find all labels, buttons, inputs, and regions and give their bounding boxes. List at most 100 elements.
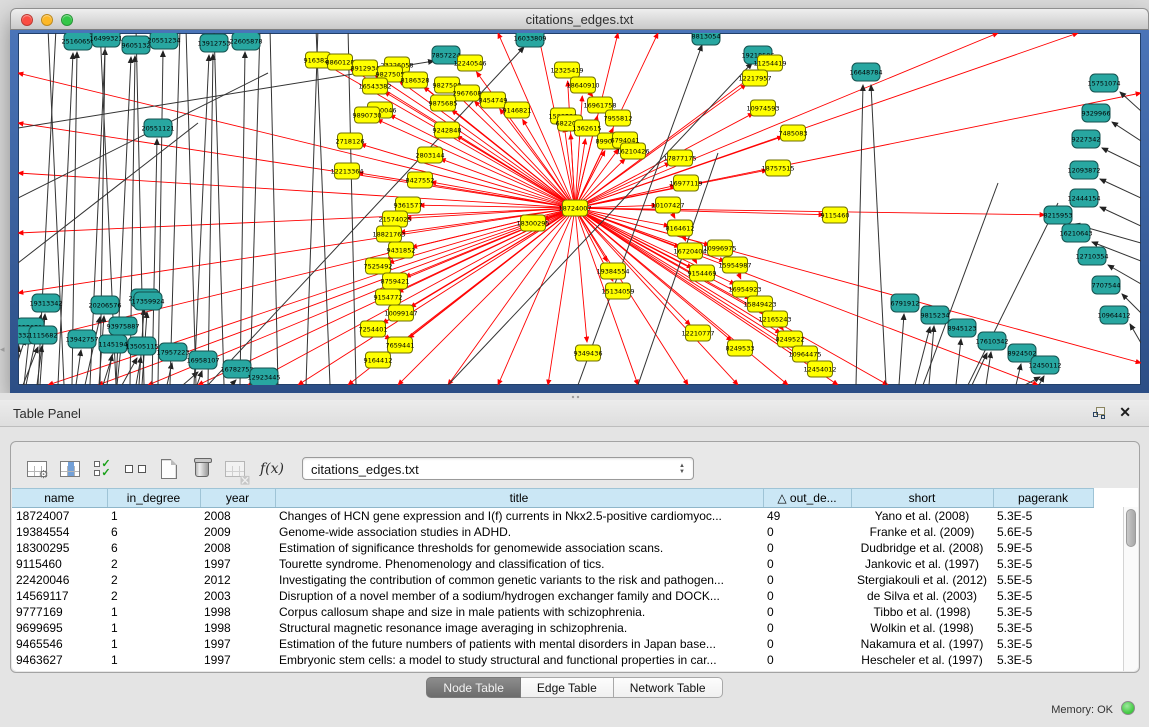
- network-node[interactable]: 15134059: [601, 283, 634, 299]
- table-cell[interactable]: 9465546: [12, 636, 107, 652]
- network-node[interactable]: 22605878: [229, 33, 262, 50]
- network-node[interactable]: 9154469: [688, 265, 717, 281]
- table-cell[interactable]: Yano et al. (2008): [851, 508, 993, 524]
- network-edge[interactable]: [136, 33, 144, 385]
- table-cell[interactable]: 1: [107, 604, 200, 620]
- table-row[interactable]: 911546021997Tourette syndrome. Phenomeno…: [12, 556, 1124, 572]
- table-cell[interactable]: de Silva et al. (2003): [851, 588, 993, 604]
- table-cell[interactable]: Structural magnetic resonance image aver…: [275, 620, 763, 636]
- network-node[interactable]: 8164612: [666, 220, 695, 236]
- network-edge[interactable]: [956, 339, 961, 385]
- table-cell[interactable]: 1997: [200, 556, 275, 572]
- network-node[interactable]: 7707544: [1092, 276, 1121, 294]
- table-row[interactable]: 977716911998Corpus callosum shape and si…: [12, 604, 1124, 620]
- network-node[interactable]: 6791912: [891, 294, 920, 312]
- network-node[interactable]: 9605132: [122, 36, 151, 54]
- table-cell[interactable]: 9463627: [12, 652, 107, 668]
- table-cell[interactable]: 1: [107, 508, 200, 524]
- table-cell[interactable]: 1: [107, 620, 200, 636]
- network-node[interactable]: 13912753: [197, 34, 230, 52]
- table-cell[interactable]: 2009: [200, 524, 275, 540]
- network-node[interactable]: 16958107: [186, 351, 219, 369]
- scrollbar-thumb[interactable]: [1126, 509, 1136, 547]
- network-node[interactable]: 7955812: [604, 110, 633, 126]
- table-cell[interactable]: 0: [763, 636, 851, 652]
- tab-network-table[interactable]: Network Table: [614, 677, 723, 698]
- table-cell[interactable]: 2: [107, 588, 200, 604]
- network-node[interactable]: 18640910: [566, 77, 599, 93]
- network-node[interactable]: 18300295: [516, 215, 549, 231]
- table-cell[interactable]: 5.3E-5: [993, 620, 1093, 636]
- table-cell[interactable]: Changes of HCN gene expression and I(f) …: [275, 508, 763, 524]
- network-edge[interactable]: [856, 85, 863, 385]
- network-edge[interactable]: [170, 33, 180, 385]
- table-cell[interactable]: 9699695: [12, 620, 107, 636]
- network-node[interactable]: 11254419: [753, 55, 786, 71]
- table-gear-icon[interactable]: ⚙: [23, 455, 50, 482]
- table-cell[interactable]: 0: [763, 604, 851, 620]
- network-edge[interactable]: [1100, 179, 1141, 198]
- table-cell[interactable]: Estimation of significance thresholds fo…: [275, 540, 763, 556]
- network-edge[interactable]: [214, 33, 224, 385]
- network-node[interactable]: 18724007: [558, 200, 591, 216]
- table-cell[interactable]: 5.3E-5: [993, 636, 1093, 652]
- network-node[interactable]: 12710354: [1075, 247, 1108, 265]
- network-edge[interactable]: [18, 123, 198, 263]
- network-node[interactable]: 9242848: [433, 122, 462, 138]
- network-node[interactable]: 16648784: [849, 63, 882, 81]
- network-node[interactable]: 17359924: [131, 292, 164, 310]
- network-edge[interactable]: [575, 33, 1078, 208]
- network-node[interactable]: 9154772: [374, 289, 403, 305]
- network-node[interactable]: 12454012: [803, 361, 836, 377]
- table-row[interactable]: 1830029562008Estimation of significance …: [12, 540, 1124, 556]
- table-cell[interactable]: 0: [763, 556, 851, 572]
- network-node[interactable]: 10964412: [1097, 306, 1130, 324]
- table-cell[interactable]: 2008: [200, 540, 275, 556]
- network-canvas[interactable]: 2516065016499321960513220551234139127532…: [18, 33, 1141, 385]
- column-header[interactable]: title: [275, 489, 763, 508]
- network-node[interactable]: 8427552: [406, 172, 435, 188]
- network-node[interactable]: 8249522: [776, 331, 805, 347]
- network-node[interactable]: 9146821: [503, 102, 532, 118]
- network-node[interactable]: 9227342: [1072, 130, 1101, 148]
- network-node[interactable]: 2803144: [416, 147, 445, 163]
- table-cell[interactable]: 19384554: [12, 524, 107, 540]
- table-cell[interactable]: 6: [107, 540, 200, 556]
- network-edge[interactable]: [871, 85, 886, 385]
- network-node[interactable]: 8249533: [726, 340, 755, 356]
- network-edge[interactable]: [298, 208, 575, 385]
- table-cell[interactable]: 2012: [200, 572, 275, 588]
- column-header[interactable]: in_degree: [107, 489, 200, 508]
- divider-grip-icon[interactable]: [571, 395, 580, 399]
- network-node[interactable]: 16210643: [1059, 224, 1092, 242]
- table-vertical-scrollbar[interactable]: [1123, 507, 1138, 671]
- network-node[interactable]: 12450112: [1028, 356, 1061, 374]
- table-cell[interactable]: 1997: [200, 652, 275, 668]
- table-cell[interactable]: Stergiakouli et al. (2012): [851, 572, 993, 588]
- tab-edge-table[interactable]: Edge Table: [521, 677, 614, 698]
- network-node[interactable]: 7525492: [364, 258, 393, 274]
- network-node[interactable]: 19384554: [596, 263, 629, 279]
- table-cell[interactable]: 14569117: [12, 588, 107, 604]
- network-node[interactable]: 9890730: [353, 107, 382, 123]
- network-edge[interactable]: [208, 54, 213, 385]
- table-cell[interactable]: Dudbridge et al. (2008): [851, 540, 993, 556]
- network-edge[interactable]: [915, 327, 930, 385]
- network-edge[interactable]: [929, 326, 934, 385]
- function-icon[interactable]: f(x): [260, 461, 284, 477]
- network-edge[interactable]: [194, 55, 209, 385]
- table-cell[interactable]: Wolkin et al. (1998): [851, 620, 993, 636]
- network-node[interactable]: 7254401: [359, 321, 388, 337]
- network-node[interactable]: 1362615: [573, 120, 602, 136]
- table-row[interactable]: 1938455462009Genome-wide association stu…: [12, 524, 1124, 540]
- network-edge[interactable]: [306, 33, 318, 385]
- network-node[interactable]: 10107427: [651, 197, 684, 213]
- network-edge[interactable]: [18, 339, 25, 385]
- table-cell[interactable]: Tibbo et al. (1998): [851, 604, 993, 620]
- network-node[interactable]: 12923445: [247, 368, 280, 385]
- table-cell[interactable]: 5.6E-5: [993, 524, 1093, 540]
- network-node[interactable]: 10099147: [384, 305, 417, 321]
- table-cell[interactable]: 5.3E-5: [993, 556, 1093, 572]
- network-node[interactable]: 21574025: [378, 211, 411, 227]
- network-node[interactable]: 9164412: [364, 352, 393, 368]
